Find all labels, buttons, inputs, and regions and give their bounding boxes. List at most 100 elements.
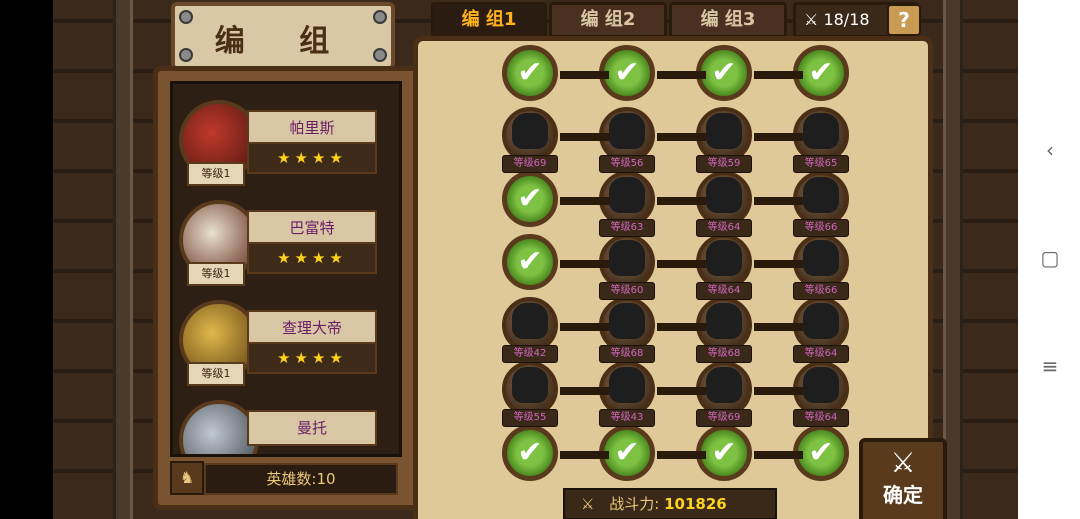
tab-team-2[interactable]: 编 组2 (549, 2, 667, 38)
left-frame (113, 0, 133, 519)
power-label: 战斗力: (609, 495, 660, 513)
combat-power: ⚔ 战斗力: 101826 (563, 488, 777, 519)
game-screen: 编 组 编 组1 编 组2 编 组3 ⚔ 18/18 ? 帕里斯 ★★★★ 等级… (53, 0, 1018, 519)
crossed-swords-icon: ⚔ (890, 446, 916, 479)
recents-icon[interactable]: ≡ (1040, 356, 1060, 376)
formation-link (657, 71, 706, 79)
hero-figure-icon (609, 367, 645, 403)
empty-slot-check-icon[interactable]: ✔ (502, 171, 558, 227)
formation-link (754, 451, 803, 459)
confirm-label: 确定 (883, 483, 923, 507)
hero-item[interactable]: 帕里斯 ★★★★ 等级1 (179, 100, 389, 186)
slot-level: 等级69 (696, 409, 752, 427)
hero-figure-icon (512, 367, 548, 403)
hero-figure-icon (803, 113, 839, 149)
hero-name: 查理大帝 (247, 310, 377, 346)
soldier-icon: ⚔ (804, 10, 819, 29)
hero-item[interactable]: 查理大帝 ★★★★ 等级1 (179, 300, 389, 386)
hero-figure-icon (609, 240, 645, 276)
formation-link (754, 197, 803, 205)
hero-stars: ★★★★ (247, 242, 377, 274)
hero-figure-icon (706, 367, 742, 403)
formation-link (560, 451, 609, 459)
slot-level: 等级55 (502, 409, 558, 427)
hero-name: 巴富特 (247, 210, 377, 246)
slot-level: 等级43 (599, 409, 655, 427)
hero-list[interactable]: 帕里斯 ★★★★ 等级1 巴富特 ★★★★ 等级1 查理大帝 ★★★★ 等级1 … (170, 81, 402, 457)
hero-figure-icon (706, 240, 742, 276)
formation-link (657, 197, 706, 205)
empty-slot-check-icon[interactable]: ✔ (502, 45, 558, 101)
slot-level: 等级68 (696, 345, 752, 363)
system-nav-bar: ‹ ▢ ≡ (1018, 0, 1080, 519)
slot-level: 等级42 (502, 345, 558, 363)
crossed-swords-icon: ⚔ (581, 495, 595, 513)
hero-figure-icon (609, 113, 645, 149)
formation-link (754, 260, 803, 268)
hero-name: 曼托 (247, 410, 377, 446)
formation-link (560, 260, 609, 268)
hero-figure-icon (803, 240, 839, 276)
formation-link (754, 387, 803, 395)
slot-level: 等级66 (793, 282, 849, 300)
slot-level: 等级56 (599, 155, 655, 173)
power-value: 101826 (664, 495, 727, 513)
empty-slot-check-icon[interactable]: ✔ (502, 425, 558, 481)
slot-level: 等级66 (793, 219, 849, 237)
formation-link (754, 323, 803, 331)
title-plank: 编 组 (171, 2, 395, 70)
hero-figure-icon (803, 367, 839, 403)
formation-link (560, 387, 609, 395)
formation-board: ✔ ✔ ✔ ✔ ✔ ✔ ✔ ✔ ✔ ✔ 等级69 等级56 等级59 等级65 等级63 等级64 等级66 等级… (413, 36, 933, 519)
formation-link (560, 71, 609, 79)
hero-level: 等级1 (187, 162, 245, 186)
slot-level: 等级69 (502, 155, 558, 173)
slot-level: 等级60 (599, 282, 655, 300)
empty-slot-check-icon[interactable]: ✔ (502, 234, 558, 290)
hero-name: 帕里斯 (247, 110, 377, 146)
hero-count: 英雄数:10 (204, 463, 398, 495)
hero-item[interactable]: 巴富特 ★★★★ 等级1 (179, 200, 389, 286)
hero-figure-icon (706, 303, 742, 339)
home-icon[interactable]: ▢ (1040, 248, 1060, 268)
hero-stars: ★★★★ (247, 142, 377, 174)
formation-link (657, 451, 706, 459)
slot-level: 等级63 (599, 219, 655, 237)
formation-link (560, 197, 609, 205)
page-title: 编 组 (214, 24, 352, 59)
hero-figure-icon (609, 177, 645, 213)
formation-link (560, 323, 609, 331)
hero-level: 等级1 (187, 262, 245, 286)
hero-count-icon: ♞ (170, 461, 204, 495)
slot-level: 等级64 (696, 219, 752, 237)
back-icon[interactable]: ‹ (1040, 140, 1060, 160)
slot-level: 等级59 (696, 155, 752, 173)
slot-level: 等级64 (696, 282, 752, 300)
hero-figure-icon (803, 303, 839, 339)
hero-figure-icon (706, 113, 742, 149)
unit-count-value: 18/18 (823, 10, 870, 29)
formation-link (754, 71, 803, 79)
hero-stars: ★★★★ (247, 342, 377, 374)
hero-figure-icon (512, 303, 548, 339)
formation-link (657, 323, 706, 331)
tab-team-1[interactable]: 编 组1 (431, 2, 547, 38)
formation-link (560, 133, 609, 141)
formation-link (754, 133, 803, 141)
confirm-button[interactable]: ⚔ 确定 (859, 438, 947, 519)
tab-team-3[interactable]: 编 组3 (669, 2, 787, 38)
slot-level: 等级64 (793, 345, 849, 363)
formation-link (657, 260, 706, 268)
slot-level: 等级65 (793, 155, 849, 173)
hero-figure-icon (609, 303, 645, 339)
hero-list-panel: 帕里斯 ★★★★ 等级1 巴富特 ★★★★ 等级1 查理大帝 ★★★★ 等级1 … (153, 66, 425, 510)
help-button[interactable]: ? (887, 4, 921, 36)
hero-figure-icon (706, 177, 742, 213)
hero-figure-icon (512, 113, 548, 149)
hero-item[interactable]: 曼托 (179, 400, 389, 454)
formation-link (657, 387, 706, 395)
hero-figure-icon (803, 177, 839, 213)
hero-level: 等级1 (187, 362, 245, 386)
slot-level: 等级64 (793, 409, 849, 427)
formation-link (657, 133, 706, 141)
